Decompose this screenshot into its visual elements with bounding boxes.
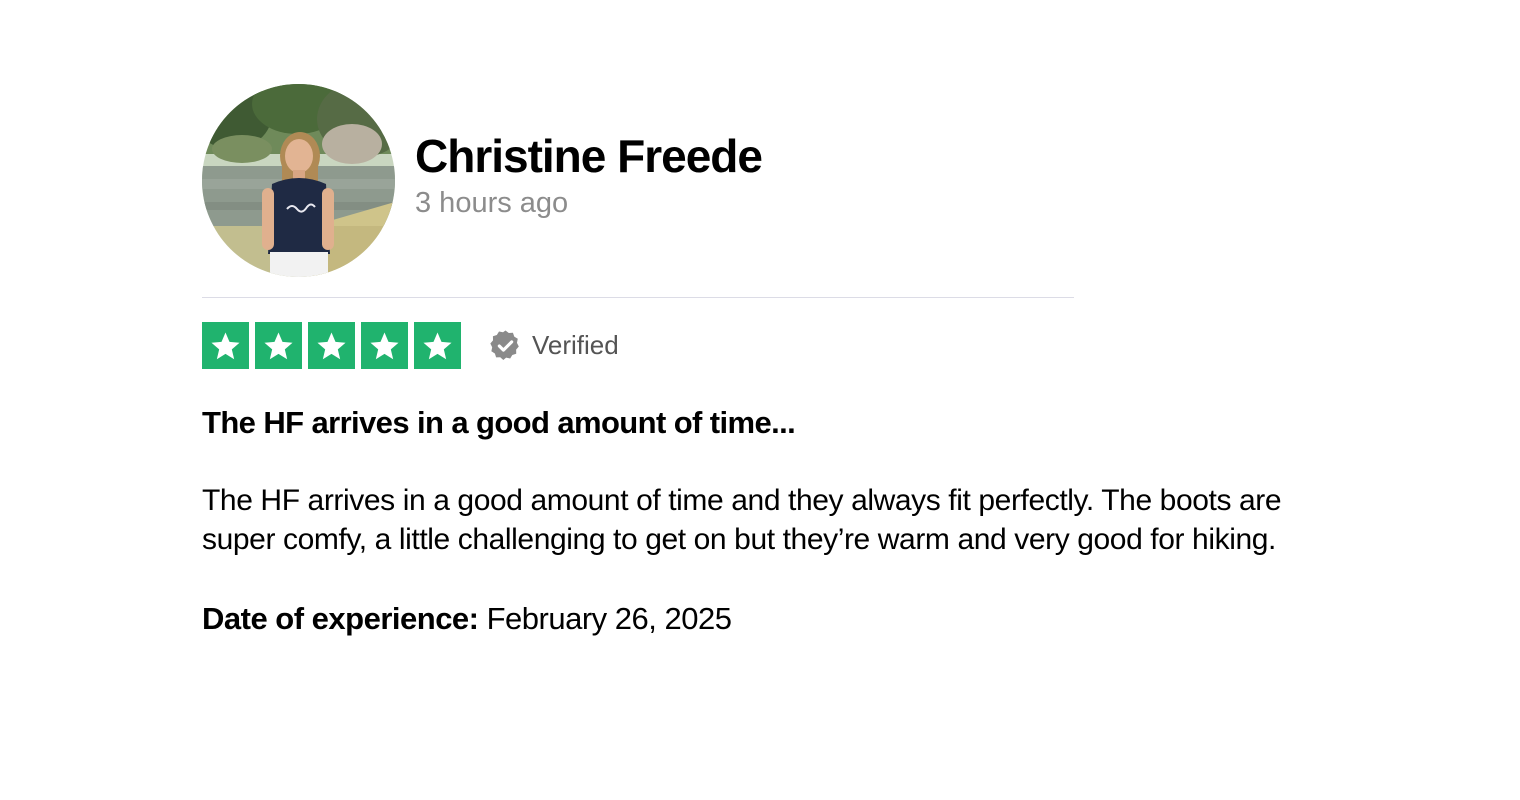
review-title[interactable]: The HF arrives in a good amount of time.… (202, 403, 1322, 443)
date-label: Date of experience: (202, 601, 479, 636)
avatar[interactable] (202, 84, 395, 277)
date-of-experience: Date of experience: February 26, 2025 (202, 599, 1322, 639)
avatar-photo (202, 84, 395, 277)
review-header: Christine Freede 3 hours ago (202, 84, 1322, 277)
divider (202, 297, 1074, 298)
star-icon (361, 322, 408, 369)
consumer-name[interactable]: Christine Freede (415, 129, 763, 183)
date-value: February 26, 2025 (486, 601, 732, 636)
consumer-info: Christine Freede 3 hours ago (415, 129, 763, 221)
rating-row: Verified (202, 322, 1322, 369)
verified-badge[interactable]: Verified (489, 329, 619, 362)
verified-check-icon (490, 330, 519, 360)
review-time: 3 hours ago (415, 186, 569, 219)
review-body: The HF arrives in a good amount of time … (202, 484, 1282, 556)
star-icon (414, 322, 461, 369)
star-icon (255, 322, 302, 369)
review-card: Christine Freede 3 hours ago Verified Th… (202, 84, 1322, 639)
verified-label: Verified (532, 330, 619, 360)
star-icon (308, 322, 355, 369)
star-rating (202, 322, 461, 369)
star-icon (202, 322, 249, 369)
